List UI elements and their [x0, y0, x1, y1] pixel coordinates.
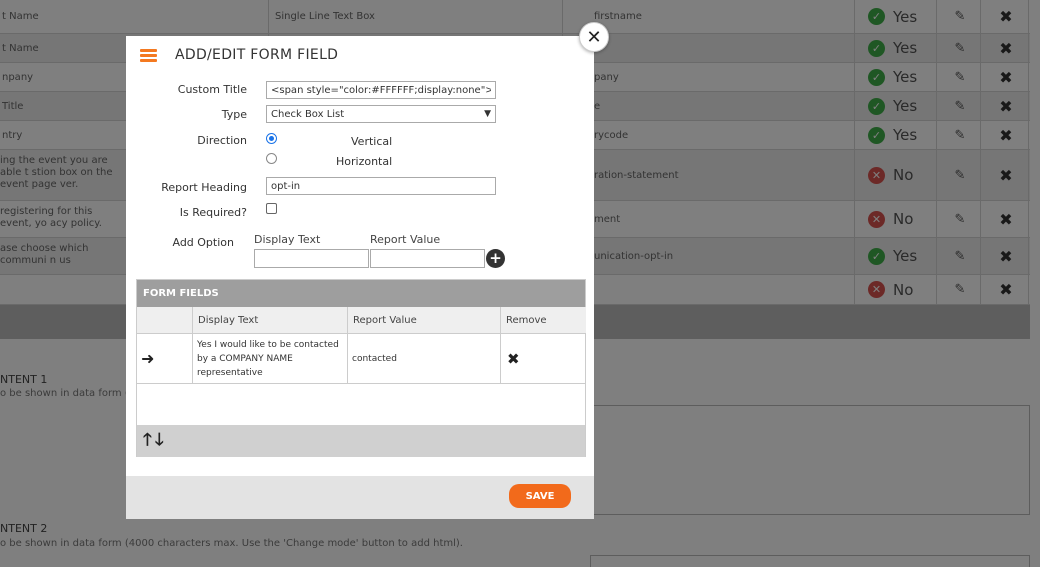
table-row[interactable]: ➜ [137, 334, 193, 384]
form-fields-header: FORM FIELDS [137, 280, 585, 307]
add-option-label: Add Option [172, 236, 234, 249]
arrow-down-icon[interactable]: 🡓 [155, 427, 164, 456]
report-value-label: Report Value [370, 233, 441, 246]
type-select-value: Check Box List [271, 108, 345, 120]
direction-horizontal-radio[interactable] [266, 153, 277, 164]
menu-icon[interactable] [140, 49, 157, 62]
option-display-text-input[interactable] [254, 249, 369, 268]
is-required-checkbox[interactable] [266, 203, 277, 214]
option-report-value-input[interactable] [370, 249, 485, 268]
type-select[interactable]: Check Box List ▼ [266, 105, 496, 123]
save-button[interactable]: SAVE [509, 484, 571, 508]
reorder-bar: 🡑 🡓 [137, 425, 585, 457]
form-fields-panel: FORM FIELDS Display Text Report Value Re… [136, 279, 586, 457]
type-label: Type [221, 108, 247, 121]
remove-cell: ✖ [501, 334, 586, 384]
custom-title-label: Custom Title [177, 83, 247, 96]
direction-horizontal-label: Horizontal [336, 155, 393, 168]
direction-vertical-label: Vertical [351, 135, 393, 148]
arrow-right-icon[interactable]: ➜ [141, 350, 154, 366]
arrow-up-icon[interactable]: 🡑 [143, 427, 152, 456]
direction-vertical-radio[interactable] [266, 133, 277, 144]
add-edit-form-field-modal: ADD/EDIT FORM FIELD Custom Title Type Ch… [126, 36, 594, 519]
column-header-report-value: Report Value [348, 307, 501, 334]
column-header-remove: Remove [501, 307, 586, 334]
row-display-text: Yes I would like to be contacted by a CO… [193, 334, 348, 384]
column-header-blank [137, 307, 193, 334]
remove-icon[interactable]: ✖ [507, 351, 520, 366]
display-text-label: Display Text [254, 233, 321, 246]
chevron-down-icon: ▼ [484, 109, 491, 119]
row-report-value: contacted [348, 334, 501, 384]
modal-footer: SAVE [126, 476, 594, 519]
report-heading-input[interactable] [266, 177, 496, 195]
report-heading-label: Report Heading [161, 181, 247, 194]
modal-title: ADD/EDIT FORM FIELD [175, 47, 339, 63]
modal-header: ADD/EDIT FORM FIELD [126, 36, 594, 74]
direction-label: Direction [197, 134, 247, 147]
add-option-plus-icon[interactable]: + [486, 249, 505, 268]
is-required-label: Is Required? [179, 206, 247, 219]
close-icon[interactable]: ✕ [579, 22, 609, 52]
custom-title-input[interactable] [266, 81, 496, 99]
column-header-display-text: Display Text [193, 307, 348, 334]
